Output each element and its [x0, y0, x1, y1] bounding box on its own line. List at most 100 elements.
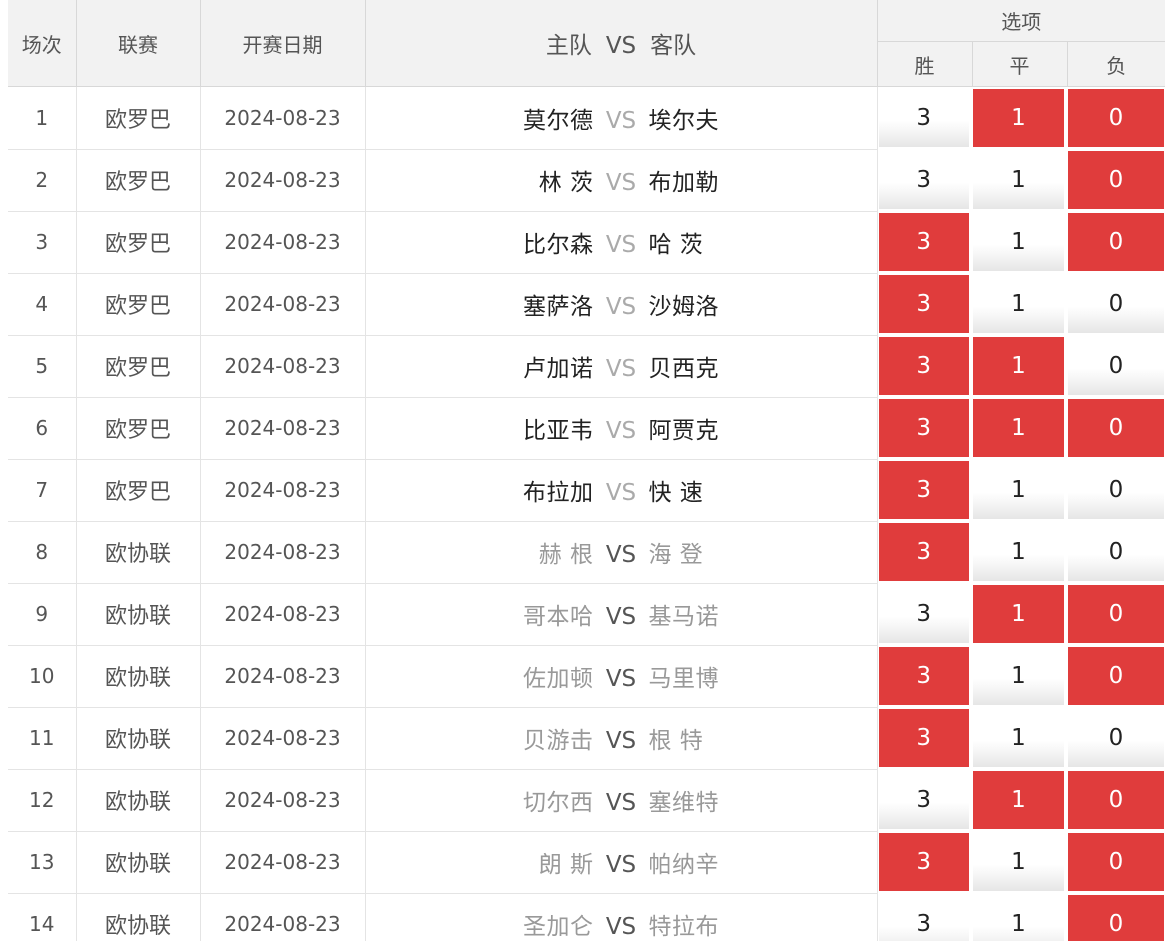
- option-lose-button[interactable]: 0: [1068, 213, 1164, 271]
- option-lose-button[interactable]: 0: [1068, 275, 1164, 333]
- option-lose-button[interactable]: 0: [1068, 337, 1164, 395]
- row-date: 2024-08-23: [200, 645, 366, 708]
- home-team: 比尔森: [523, 232, 594, 258]
- option-draw-button[interactable]: 1: [973, 337, 1066, 395]
- away-team: 快 速: [648, 480, 704, 506]
- row-league: 欧协联: [76, 893, 201, 941]
- vs-label: VS: [605, 170, 637, 196]
- home-team: 比亚韦: [523, 418, 594, 444]
- option-draw-button[interactable]: 1: [973, 213, 1066, 271]
- option-draw-button[interactable]: 1: [973, 523, 1066, 581]
- option-draw-button[interactable]: 1: [973, 461, 1066, 519]
- row-date: 2024-08-23: [200, 273, 366, 336]
- away-team: 特拉布: [648, 914, 719, 940]
- row-date: 2024-08-23: [200, 459, 366, 522]
- row-match: 莫尔德 VS 埃尔夫: [365, 86, 878, 150]
- row-index: 12: [8, 769, 77, 832]
- option-win-button[interactable]: 3: [878, 151, 971, 209]
- option-lose-cell: 0: [1067, 707, 1165, 769]
- vs-label: VS: [605, 107, 637, 134]
- option-lose-button[interactable]: 0: [1068, 523, 1164, 581]
- option-lose-button[interactable]: 0: [1068, 771, 1164, 829]
- option-win-button[interactable]: 3: [878, 895, 971, 941]
- home-team: 卢加诺: [523, 356, 594, 382]
- option-lose-cell: 0: [1067, 149, 1165, 211]
- option-draw-button[interactable]: 1: [973, 275, 1066, 333]
- row-match: 布拉加 VS 快 速: [365, 459, 878, 522]
- header-win: 胜: [877, 41, 973, 87]
- home-team: 圣加仑: [523, 914, 594, 940]
- option-draw-button[interactable]: 1: [973, 151, 1066, 209]
- home-team: 切尔西: [523, 790, 594, 816]
- table-row: 11 欧协联 2024-08-23 贝游击 VS 根 特 310: [8, 707, 1165, 770]
- table-row: 2 欧罗巴 2024-08-23 林 茨 VS 布加勒 3 1 0: [8, 149, 1165, 212]
- option-win-button[interactable]: 3: [878, 461, 971, 519]
- option-lose-button[interactable]: 0: [1068, 709, 1164, 767]
- row-date: 2024-08-23: [200, 831, 366, 894]
- option-draw-cell: 1: [972, 893, 1067, 941]
- option-lose-button[interactable]: 0: [1068, 461, 1164, 519]
- option-win-cell: 3: [877, 521, 972, 583]
- row-league: 欧协联: [76, 521, 201, 584]
- header-lose: 负: [1067, 41, 1165, 87]
- away-team: 哈 茨: [648, 232, 704, 258]
- option-draw-cell: 1: [972, 769, 1067, 831]
- option-win-button[interactable]: 3: [878, 523, 971, 581]
- row-match: 比亚韦 VS 阿贾克: [365, 397, 878, 460]
- vs-label: VS: [605, 418, 637, 444]
- match-table: 场次 联赛 开赛日期 主队 VS 客队 选项 胜 平 负 1 欧罗巴 2024-08-2…: [8, 0, 1165, 941]
- option-win-button[interactable]: 3: [878, 399, 971, 457]
- option-win-button[interactable]: 3: [878, 337, 971, 395]
- option-win-button[interactable]: 3: [878, 585, 971, 643]
- header-vs: VS: [605, 33, 637, 59]
- vs-label: VS: [605, 790, 637, 816]
- option-win-button[interactable]: 3: [878, 771, 971, 829]
- option-win-button[interactable]: 3: [878, 709, 971, 767]
- option-draw-cell: 1: [972, 521, 1067, 583]
- option-win-cell: 3: [877, 645, 972, 707]
- row-index: 10: [8, 645, 77, 708]
- option-draw-button[interactable]: 1: [973, 585, 1066, 643]
- option-lose-button[interactable]: 0: [1068, 647, 1164, 705]
- option-lose-cell: 0: [1067, 335, 1165, 397]
- home-team: 贝游击: [523, 728, 594, 754]
- option-win-button[interactable]: 3: [878, 89, 971, 147]
- option-lose-button[interactable]: 0: [1068, 833, 1164, 891]
- option-win-button[interactable]: 3: [878, 275, 971, 333]
- option-draw-cell: 1: [972, 645, 1067, 707]
- option-lose-button[interactable]: 0: [1068, 585, 1164, 643]
- option-win-button[interactable]: 3: [878, 833, 971, 891]
- option-draw-button[interactable]: 1: [973, 895, 1066, 941]
- option-draw-button[interactable]: 1: [973, 399, 1066, 457]
- away-team: 沙姆洛: [648, 294, 719, 320]
- option-win-cell: 3: [877, 149, 972, 211]
- option-draw-button[interactable]: 1: [973, 771, 1066, 829]
- away-team: 海 登: [648, 542, 704, 568]
- option-lose-button[interactable]: 0: [1068, 399, 1164, 457]
- option-lose-cell: 0: [1067, 769, 1165, 831]
- row-date: 2024-08-23: [200, 769, 366, 832]
- option-lose-button[interactable]: 0: [1068, 895, 1164, 941]
- option-draw-button[interactable]: 1: [973, 833, 1066, 891]
- option-lose-cell: 0: [1067, 273, 1165, 335]
- option-lose-cell: 0: [1067, 521, 1165, 583]
- option-draw-button[interactable]: 1: [973, 89, 1066, 147]
- row-league: 欧协联: [76, 707, 201, 770]
- option-win-button[interactable]: 3: [878, 647, 971, 705]
- row-index: 6: [8, 397, 77, 460]
- option-win-button[interactable]: 3: [878, 213, 971, 271]
- option-lose-button[interactable]: 0: [1068, 151, 1164, 209]
- vs-label: VS: [605, 356, 637, 382]
- header-league: 联赛: [76, 0, 201, 87]
- table-row: 10 欧协联 2024-08-23 佐加顿 VS 马里博 3 1 0: [8, 645, 1165, 708]
- home-team: 莫尔德: [523, 107, 594, 134]
- option-draw-cell: 1: [972, 335, 1067, 397]
- option-draw-button[interactable]: 1: [973, 647, 1066, 705]
- row-index: 1: [8, 86, 77, 150]
- vs-label: VS: [605, 852, 637, 878]
- option-lose-button[interactable]: 0: [1068, 89, 1164, 147]
- row-date: 2024-08-23: [200, 335, 366, 398]
- table-body: 1 欧罗巴 2024-08-23 莫尔德 VS 埃尔夫 3 1 0 2 欧罗巴 2024-08-23 林…: [8, 86, 1165, 941]
- option-draw-button[interactable]: 1: [973, 709, 1066, 767]
- table-header: 场次 联赛 开赛日期 主队 VS 客队 选项 胜 平 负: [8, 0, 1165, 87]
